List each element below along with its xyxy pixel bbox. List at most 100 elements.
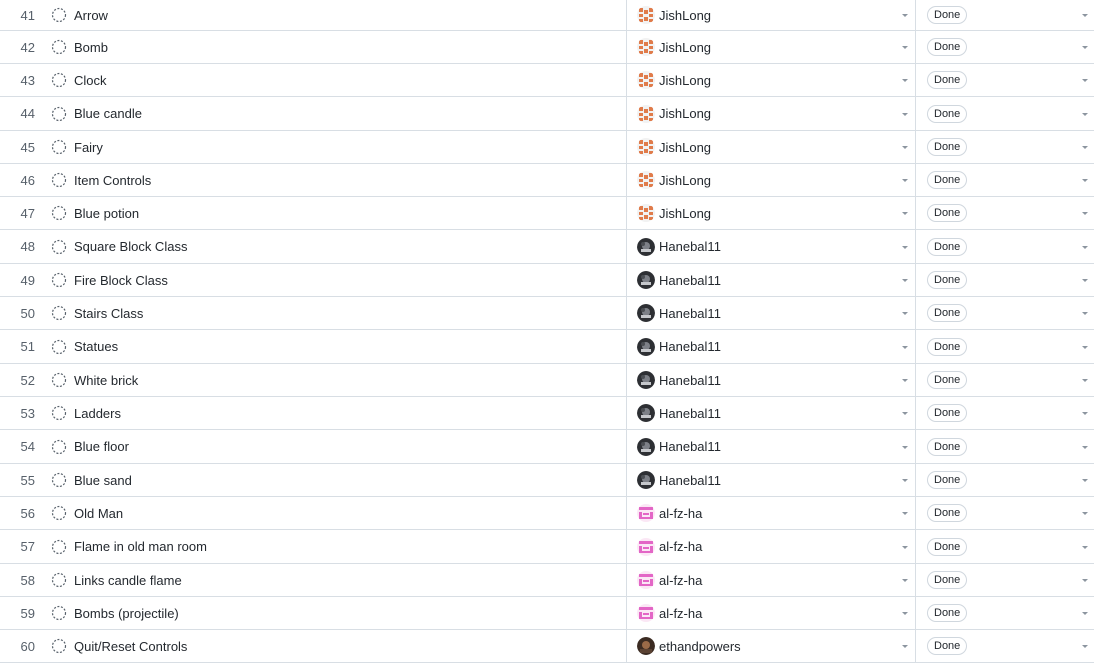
table-row[interactable]: 53 Ladders Hanebal11 Done: [0, 397, 1094, 430]
title-cell[interactable]: Bomb: [44, 31, 627, 63]
assignee-name[interactable]: JishLong: [659, 106, 711, 121]
assignee-cell[interactable]: JishLong: [627, 64, 916, 96]
title-cell[interactable]: Statues: [44, 330, 627, 363]
chevron-down-icon[interactable]: [901, 576, 909, 584]
assignee-cell[interactable]: JishLong: [627, 0, 916, 30]
title-cell[interactable]: Old Man: [44, 497, 627, 529]
chevron-down-icon[interactable]: [901, 509, 909, 517]
title-cell[interactable]: Arrow: [44, 0, 627, 30]
assignee-cell[interactable]: al-fz-ha: [627, 530, 916, 563]
title-cell[interactable]: Blue potion: [44, 197, 627, 229]
chevron-down-icon[interactable]: [1081, 209, 1089, 217]
assignee-name[interactable]: Hanebal11: [659, 373, 721, 388]
table-row[interactable]: 41 Arrow JishLong Done: [0, 0, 1094, 31]
item-title[interactable]: Ladders: [74, 406, 121, 421]
item-title[interactable]: Links candle flame: [74, 573, 182, 588]
chevron-down-icon[interactable]: [1081, 276, 1089, 284]
table-row[interactable]: 42 Bomb JishLong Done: [0, 31, 1094, 64]
assignee-cell[interactable]: JishLong: [627, 197, 916, 229]
status-cell[interactable]: Done: [916, 297, 1094, 329]
chevron-down-icon[interactable]: [1081, 143, 1089, 151]
chevron-down-icon[interactable]: [1081, 476, 1089, 484]
title-cell[interactable]: Links candle flame: [44, 564, 627, 596]
table-row[interactable]: 52 White brick Hanebal11 Done: [0, 364, 1094, 397]
status-cell[interactable]: Done: [916, 64, 1094, 96]
chevron-down-icon[interactable]: [1081, 176, 1089, 184]
status-cell[interactable]: Done: [916, 464, 1094, 496]
status-cell[interactable]: Done: [916, 397, 1094, 429]
assignee-cell[interactable]: JishLong: [627, 97, 916, 130]
item-title[interactable]: Fairy: [74, 140, 103, 155]
assignee-name[interactable]: JishLong: [659, 8, 711, 23]
chevron-down-icon[interactable]: [901, 609, 909, 617]
chevron-down-icon[interactable]: [901, 376, 909, 384]
item-title[interactable]: Bomb: [74, 40, 108, 55]
chevron-down-icon[interactable]: [1081, 343, 1089, 351]
title-cell[interactable]: Quit/Reset Controls: [44, 630, 627, 662]
assignee-cell[interactable]: al-fz-ha: [627, 597, 916, 629]
title-cell[interactable]: Square Block Class: [44, 230, 627, 263]
title-cell[interactable]: Clock: [44, 64, 627, 96]
chevron-down-icon[interactable]: [901, 143, 909, 151]
assignee-cell[interactable]: JishLong: [627, 164, 916, 196]
assignee-name[interactable]: JishLong: [659, 73, 711, 88]
assignee-name[interactable]: JishLong: [659, 140, 711, 155]
chevron-down-icon[interactable]: [1081, 110, 1089, 118]
assignee-cell[interactable]: Hanebal11: [627, 297, 916, 329]
table-row[interactable]: 56 Old Man al-fz-ha Done: [0, 497, 1094, 530]
title-cell[interactable]: Fairy: [44, 131, 627, 163]
status-cell[interactable]: Done: [916, 264, 1094, 296]
status-cell[interactable]: Done: [916, 597, 1094, 629]
status-cell[interactable]: Done: [916, 131, 1094, 163]
chevron-down-icon[interactable]: [901, 110, 909, 118]
chevron-down-icon[interactable]: [901, 43, 909, 51]
assignee-name[interactable]: Hanebal11: [659, 339, 721, 354]
status-cell[interactable]: Done: [916, 497, 1094, 529]
chevron-down-icon[interactable]: [901, 443, 909, 451]
item-title[interactable]: Statues: [74, 339, 118, 354]
status-cell[interactable]: Done: [916, 230, 1094, 263]
item-title[interactable]: Blue candle: [74, 106, 142, 121]
assignee-cell[interactable]: ethandpowers: [627, 630, 916, 662]
status-cell[interactable]: Done: [916, 197, 1094, 229]
item-title[interactable]: Quit/Reset Controls: [74, 639, 187, 654]
assignee-name[interactable]: JishLong: [659, 40, 711, 55]
assignee-name[interactable]: Hanebal11: [659, 273, 721, 288]
item-title[interactable]: Blue floor: [74, 439, 129, 454]
table-row[interactable]: 49 Fire Block Class Hanebal11 Done: [0, 264, 1094, 297]
title-cell[interactable]: Bombs (projectile): [44, 597, 627, 629]
table-row[interactable]: 44 Blue candle JishLong Done: [0, 97, 1094, 131]
assignee-name[interactable]: Hanebal11: [659, 306, 721, 321]
chevron-down-icon[interactable]: [1081, 609, 1089, 617]
assignee-cell[interactable]: al-fz-ha: [627, 564, 916, 596]
status-cell[interactable]: Done: [916, 564, 1094, 596]
status-cell[interactable]: Done: [916, 31, 1094, 63]
chevron-down-icon[interactable]: [901, 343, 909, 351]
status-cell[interactable]: Done: [916, 0, 1094, 30]
chevron-down-icon[interactable]: [1081, 443, 1089, 451]
status-cell[interactable]: Done: [916, 164, 1094, 196]
chevron-down-icon[interactable]: [1081, 642, 1089, 650]
chevron-down-icon[interactable]: [1081, 576, 1089, 584]
item-title[interactable]: Square Block Class: [74, 239, 187, 254]
table-row[interactable]: 58 Links candle flame al-fz-ha Done: [0, 564, 1094, 597]
assignee-name[interactable]: al-fz-ha: [659, 606, 702, 621]
table-row[interactable]: 50 Stairs Class Hanebal11 Done: [0, 297, 1094, 330]
item-title[interactable]: Bombs (projectile): [74, 606, 179, 621]
chevron-down-icon[interactable]: [1081, 409, 1089, 417]
assignee-cell[interactable]: JishLong: [627, 31, 916, 63]
chevron-down-icon[interactable]: [1081, 543, 1089, 551]
status-cell[interactable]: Done: [916, 97, 1094, 130]
title-cell[interactable]: Blue candle: [44, 97, 627, 130]
chevron-down-icon[interactable]: [901, 209, 909, 217]
assignee-cell[interactable]: Hanebal11: [627, 230, 916, 263]
item-title[interactable]: Old Man: [74, 506, 123, 521]
table-row[interactable]: 59 Bombs (projectile) al-fz-ha Done: [0, 597, 1094, 630]
item-title[interactable]: Clock: [74, 73, 107, 88]
title-cell[interactable]: Blue floor: [44, 430, 627, 463]
chevron-down-icon[interactable]: [901, 243, 909, 251]
item-title[interactable]: Stairs Class: [74, 306, 143, 321]
table-row[interactable]: 46 Item Controls JishLong Done: [0, 164, 1094, 197]
title-cell[interactable]: White brick: [44, 364, 627, 396]
assignee-name[interactable]: JishLong: [659, 173, 711, 188]
